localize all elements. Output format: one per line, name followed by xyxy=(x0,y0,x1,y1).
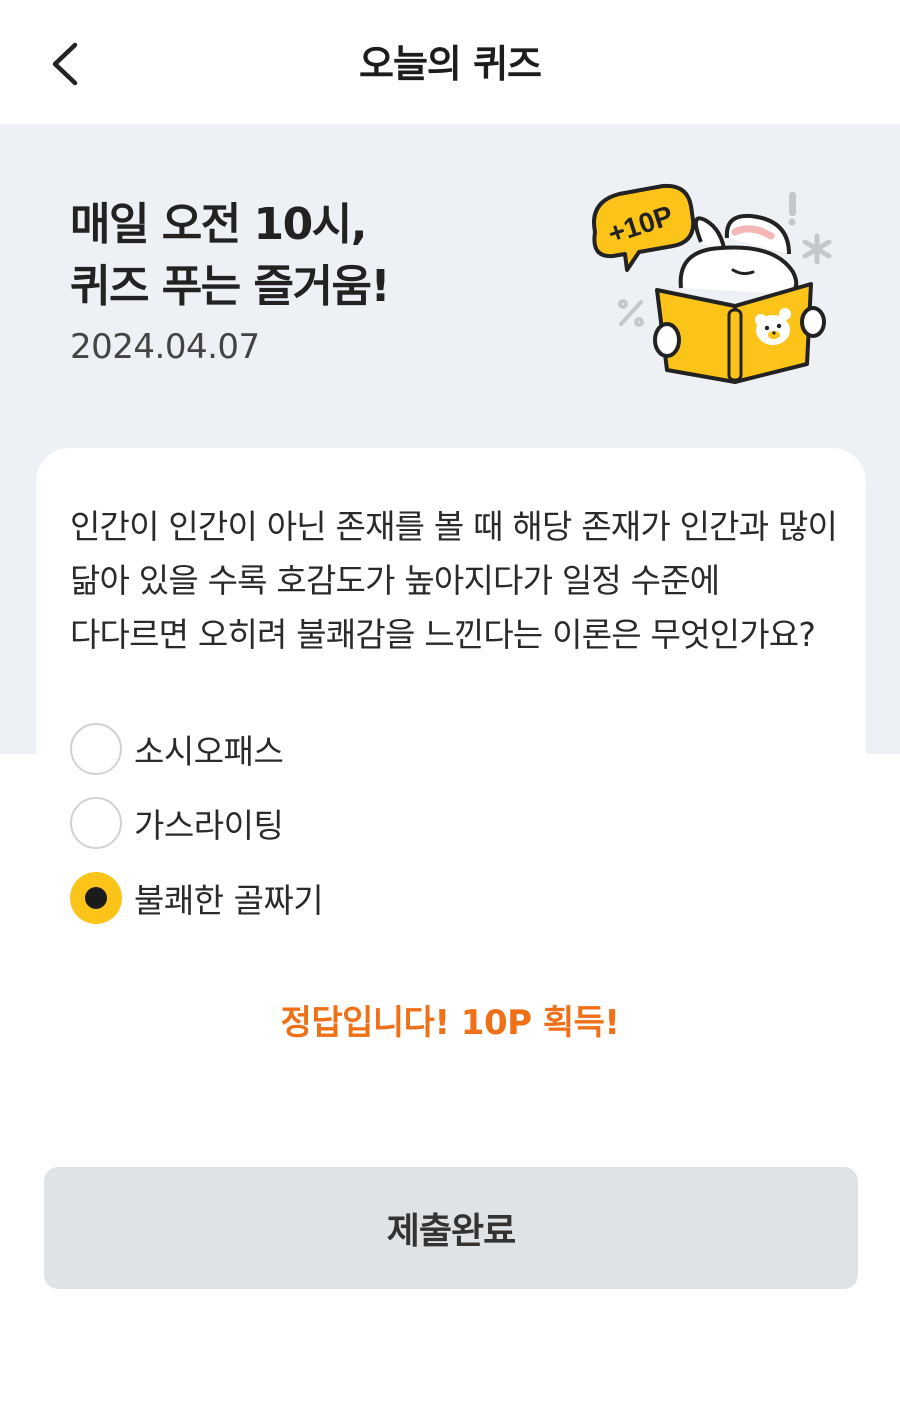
rabbit-reading-book-icon: +10P xyxy=(592,183,832,384)
option-3[interactable]: 불쾌한 골짜기 xyxy=(70,871,324,925)
hero-title: 매일 오전 10시, 퀴즈 푸는 즐거움! xyxy=(70,194,391,318)
quiz-page: 오늘의 퀴즈 매일 오전 10시, 퀴즈 푸는 즐거움! 2024.04.07 … xyxy=(0,0,900,1419)
radio-unselected-icon[interactable] xyxy=(70,797,122,849)
hero-title-line1: 매일 오전 10시, xyxy=(70,199,367,250)
radio-unselected-icon[interactable] xyxy=(70,723,122,775)
points-badge: +10P xyxy=(592,183,696,272)
quiz-date: 2024.04.07 xyxy=(70,327,260,367)
hero-title-line2: 퀴즈 푸는 즐거움! xyxy=(70,261,391,312)
page-title: 오늘의 퀴즈 xyxy=(358,42,542,86)
option-1[interactable]: 소시오패스 xyxy=(70,722,284,776)
submit-button-label: 제출완료 xyxy=(386,1210,516,1251)
option-label: 가스라이팅 xyxy=(134,806,284,845)
option-2[interactable]: 가스라이팅 xyxy=(70,796,284,850)
option-label: 불쾌한 골짜기 xyxy=(134,881,324,920)
top-bar: 오늘의 퀴즈 xyxy=(0,0,900,124)
radio-dot xyxy=(85,887,107,909)
submit-button[interactable]: 제출완료 xyxy=(44,1167,858,1289)
option-label: 소시오패스 xyxy=(134,732,284,771)
question-text: 인간이 인간이 아닌 존재를 볼 때 해당 존재가 인간과 많이 닮아 있을 수… xyxy=(70,507,838,654)
radio-selected-icon[interactable] xyxy=(70,872,122,924)
result-message: 정답입니다! 10P 획득! xyxy=(280,1003,620,1043)
